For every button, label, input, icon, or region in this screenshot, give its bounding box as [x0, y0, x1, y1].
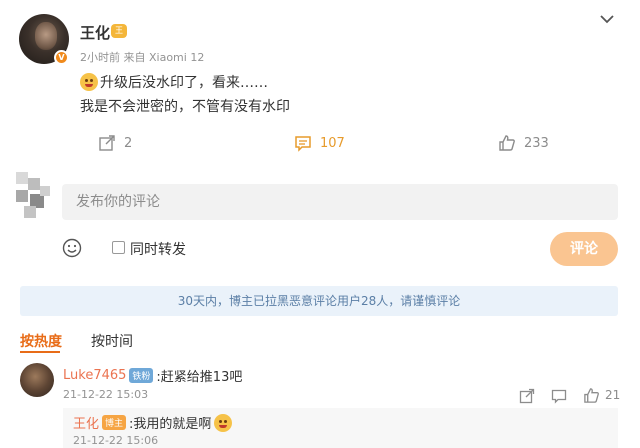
share-icon[interactable] [519, 388, 535, 404]
reply-author-name[interactable]: 王化 [73, 413, 99, 432]
author-name[interactable]: 王化 [80, 22, 110, 43]
emoji-icon [80, 73, 98, 91]
comment-input[interactable]: 发布你的评论 [62, 184, 618, 220]
commenter-avatar[interactable] [20, 363, 54, 397]
like-icon[interactable] [583, 387, 600, 404]
fan-badge: 铁粉 [129, 368, 154, 383]
comment-button[interactable]: 107 [294, 134, 345, 152]
post-meta: 2小时前 来自 Xiaomi 12 [80, 51, 205, 64]
comment-time: 21-12-22 15:03 [63, 388, 149, 401]
reply-line: 王化 博主 :我用的就是啊 [73, 413, 233, 432]
my-avatar [16, 172, 52, 220]
comment-icon [295, 136, 311, 152]
reply-text: :我用的就是啊 [129, 417, 212, 432]
reply-time: 21-12-22 15:06 [73, 434, 159, 447]
comment-text: :赶紧给推13吧 [156, 370, 243, 385]
blogger-badge: 博主 [102, 415, 127, 430]
repost-button[interactable]: 2 [98, 134, 132, 152]
comment-like-count: 21 [605, 388, 621, 402]
like-count: 233 [524, 135, 549, 151]
share-icon [99, 135, 115, 151]
repost-checkbox[interactable] [112, 241, 125, 254]
comment-count: 107 [320, 135, 345, 151]
chevron-down-icon[interactable] [600, 14, 614, 24]
verified-badge-icon: V [54, 50, 69, 65]
reply-icon[interactable] [551, 388, 567, 404]
active-tab-indicator [20, 351, 60, 353]
comment-line: Luke7465 铁粉 :赶紧给推13吧 [63, 366, 242, 385]
post-text-line2: 我是不会泄密的，不管有没有水印 [80, 99, 290, 115]
repost-checkbox-label[interactable]: 同时转发 [130, 239, 186, 259]
emoji-icon [214, 413, 233, 432]
tab-by-popularity[interactable]: 按热度 [20, 331, 62, 351]
crown-icon: 王 [111, 24, 127, 38]
repost-count: 2 [124, 135, 133, 151]
submit-comment-button[interactable]: 评论 [550, 232, 618, 266]
like-icon [499, 135, 515, 151]
like-button[interactable]: 233 [498, 134, 549, 152]
tab-by-time[interactable]: 按时间 [91, 331, 133, 351]
commenter-name[interactable]: Luke7465 [63, 368, 126, 383]
post-text-line1: 升级后没水印了，看来…… [80, 72, 268, 92]
blocked-users-notice: 30天内，博主已拉黑恶意评论用户28人，请谨慎评论 [20, 286, 618, 316]
emoji-icon[interactable] [62, 238, 82, 258]
